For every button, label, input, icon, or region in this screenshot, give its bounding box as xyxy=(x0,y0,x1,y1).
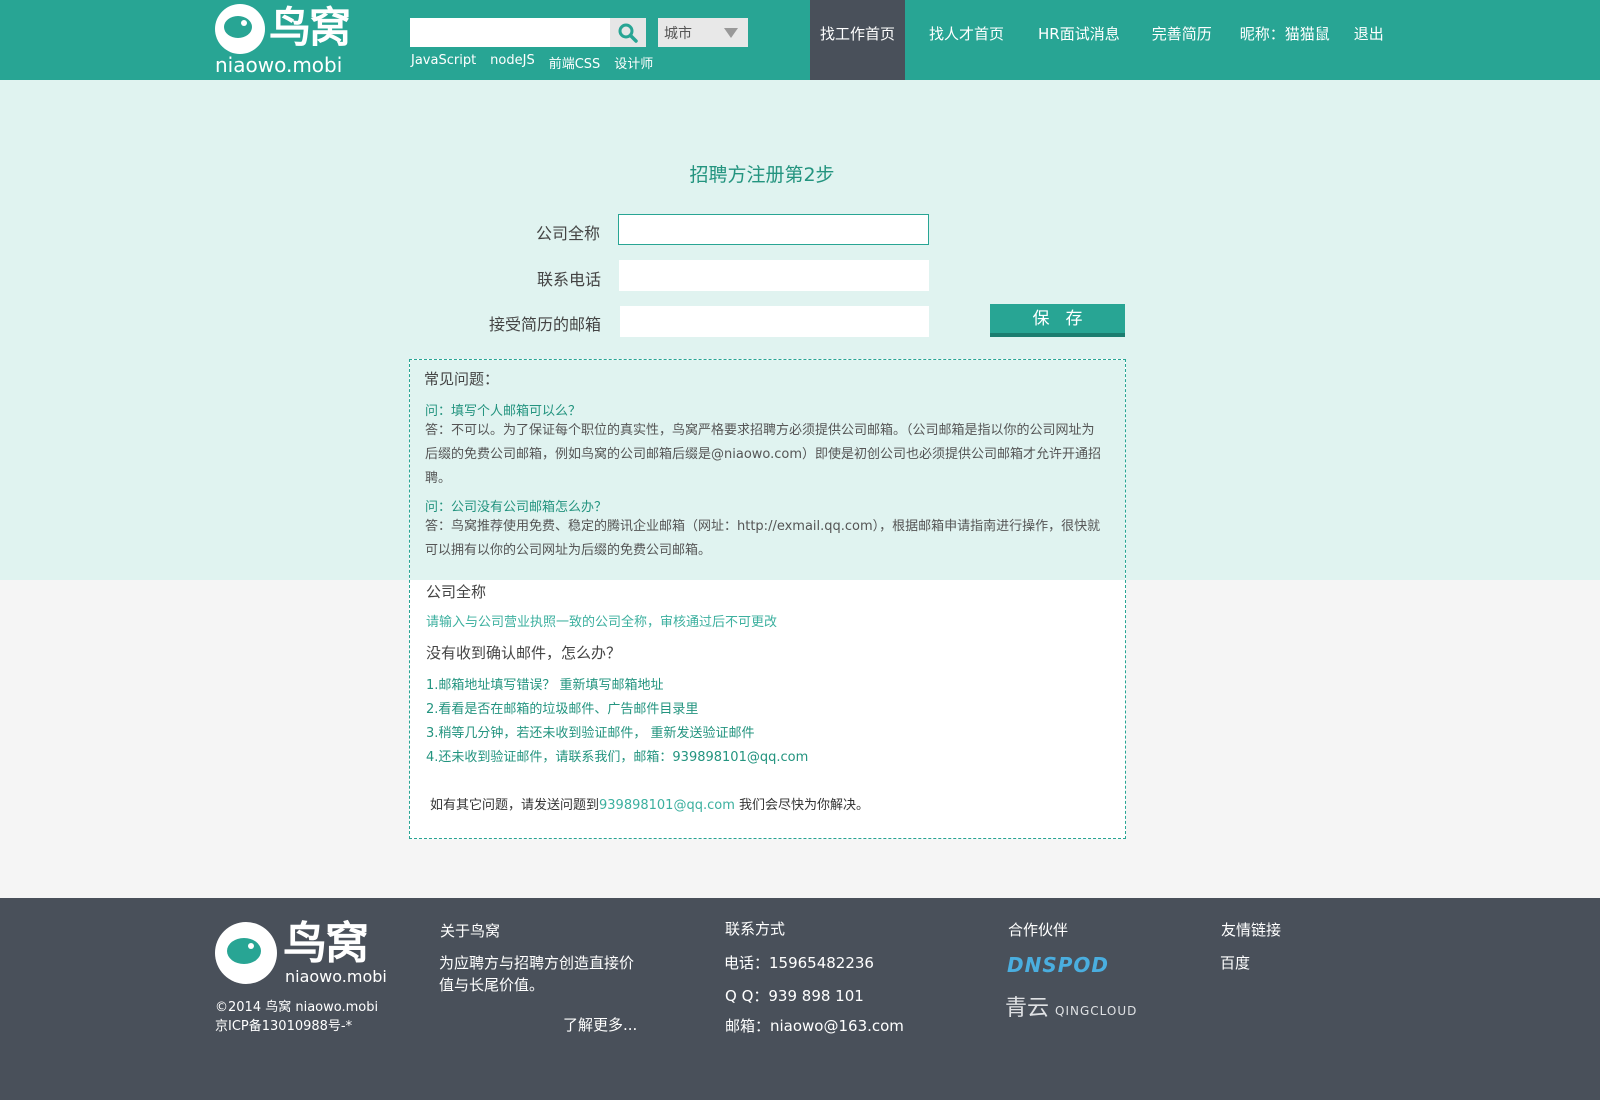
footer-logo-en: niaowo.mobi xyxy=(285,967,387,986)
faq-question: 问：公司没有公司邮箱怎么办？ xyxy=(425,500,608,515)
footer-logo-cn: 鸟窝 xyxy=(283,918,369,969)
hot-tag-designer[interactable]: 设计师 xyxy=(614,53,653,72)
learn-more-link[interactable]: 了解更多... xyxy=(563,1014,637,1036)
save-button[interactable]: 保存 xyxy=(990,304,1125,337)
nav-hr-messages[interactable]: HR面试消息 xyxy=(1038,0,1120,80)
contact-suffix: 我们会尽快为你解决。 xyxy=(734,798,869,813)
partner-dnspod[interactable]: DNSPOD xyxy=(1007,953,1109,977)
search-button[interactable] xyxy=(610,18,646,47)
company-help-note: 请输入与公司营业执照一致的公司全称，审核通过后不可更改 xyxy=(426,615,778,630)
contact-prefix: 如有其它问题，请发送问题到 xyxy=(430,798,600,813)
faq-heading: 常见问题： xyxy=(424,370,500,388)
nav-logout[interactable]: 退出 xyxy=(1354,0,1384,80)
contact-title: 联系方式 xyxy=(725,920,786,938)
phone-input[interactable] xyxy=(619,260,929,291)
about-text: 为应聘方与招聘方创造直接价值与长尾价值。 xyxy=(439,954,635,994)
qingcloud-cn: 青云 xyxy=(1005,996,1050,1021)
footer-logo[interactable]: 鸟窝 niaowo.mobi xyxy=(215,918,387,990)
email-label: 接受简历的邮箱 xyxy=(488,315,601,334)
company-label: 公司全称 xyxy=(535,224,600,243)
main-nav: 找工作首页 找人才首页 HR面试消息 完善简历 昵称：猫猫鼠 退出 xyxy=(810,0,1384,80)
friend-link-baidu[interactable]: 百度 xyxy=(1220,952,1250,974)
dropdown-arrow-icon xyxy=(724,28,738,38)
city-select[interactable]: 城市 xyxy=(658,18,748,47)
footer: 鸟窝 niaowo.mobi ©2014 鸟窝 niaowo.mobi 京ICP… xyxy=(0,898,1600,1100)
hot-tag-nodejs[interactable]: nodeJS xyxy=(490,53,535,72)
search-box xyxy=(410,18,646,47)
nav-resume[interactable]: 完善简历 xyxy=(1152,0,1212,80)
copyright-text: ©2014 鸟窝 niaowo.mobi xyxy=(215,1000,379,1015)
icp-number: 京ICP备13010988号-* xyxy=(215,1019,353,1034)
faq-answer: 答：鸟窝推荐使用免费、稳定的腾讯企业邮箱（网址：http://exmail.qq… xyxy=(425,519,1101,558)
contact-line: 如有其它问题，请发送问题到939898101@qq.com 我们会尽快为你解决。 xyxy=(430,794,869,813)
footer-email: 邮箱：niaowo@163.com xyxy=(725,1017,904,1035)
faq-panel: 常见问题： 问：填写个人邮箱可以么？ 答：不可以。为了保证每个职位的真实性，鸟窝… xyxy=(409,359,1126,839)
faq-question: 问：填写个人邮箱可以么？ xyxy=(425,404,582,419)
copyright: ©2014 鸟窝 niaowo.mobi 京ICP备13010988号-* xyxy=(215,998,378,1036)
hot-tag-css[interactable]: 前端CSS xyxy=(549,53,601,72)
email-input[interactable] xyxy=(620,306,929,337)
hot-tag-javascript[interactable]: JavaScript xyxy=(411,53,476,72)
nav-job-home[interactable]: 找工作首页 xyxy=(810,0,906,80)
nav-talent-home[interactable]: 找人才首页 xyxy=(929,0,1004,80)
faq-answer: 答：不可以。为了保证每个职位的真实性，鸟窝严格要求招聘方必须提供公司邮箱。（公司… xyxy=(425,423,1102,486)
city-select-value: 城市 xyxy=(664,26,692,42)
no-email-title: 没有收到确认邮件，怎么办？ xyxy=(426,644,622,662)
footer-qq: Q Q：939 898 101 xyxy=(725,987,864,1005)
page-title: 招聘方注册第2步 xyxy=(689,164,835,186)
partners-title: 合作伙伴 xyxy=(1008,921,1069,939)
search-input[interactable] xyxy=(410,18,610,47)
search-icon xyxy=(618,23,638,43)
about-title: 关于鸟窝 xyxy=(440,922,501,940)
partner-qingcloud[interactable]: 青云 QINGCLOUD xyxy=(1005,990,1137,1022)
links-title: 友情链接 xyxy=(1221,921,1282,939)
footer-phone: 电话：15965482236 xyxy=(724,954,874,972)
phone-label: 联系电话 xyxy=(536,270,601,289)
help-step[interactable]: 4.还未收到验证邮件，请联系我们，邮箱：939898101@qq.com xyxy=(426,746,808,765)
bird-logo-icon xyxy=(215,922,277,984)
header: 鸟窝 niaowo.mobi 城市 JavaScript nodeJS 前端CS… xyxy=(0,0,1600,80)
help-step[interactable]: 1.邮箱地址填写错误？ 重新填写邮箱地址 xyxy=(426,674,664,693)
help-step[interactable]: 3.稍等几分钟，若还未收到验证邮件， 重新发送验证邮件 xyxy=(426,722,755,741)
company-help-title: 公司全称 xyxy=(426,583,487,601)
contact-email-link[interactable]: 939898101@qq.com xyxy=(599,798,735,813)
bird-logo-icon xyxy=(215,4,265,54)
logo-text-cn: 鸟窝 xyxy=(269,3,351,52)
logo-text-en: niaowo.mobi xyxy=(215,53,343,77)
qingcloud-en: QINGCLOUD xyxy=(1055,1004,1138,1018)
logo[interactable]: 鸟窝 niaowo.mobi xyxy=(215,2,365,76)
nav-nickname[interactable]: 昵称：猫猫鼠 xyxy=(1240,0,1330,80)
help-step: 2.看看是否在邮箱的垃圾邮件、广告邮件目录里 xyxy=(426,702,699,717)
company-name-input[interactable] xyxy=(618,214,929,245)
hot-tags: JavaScript nodeJS 前端CSS 设计师 xyxy=(411,53,653,72)
